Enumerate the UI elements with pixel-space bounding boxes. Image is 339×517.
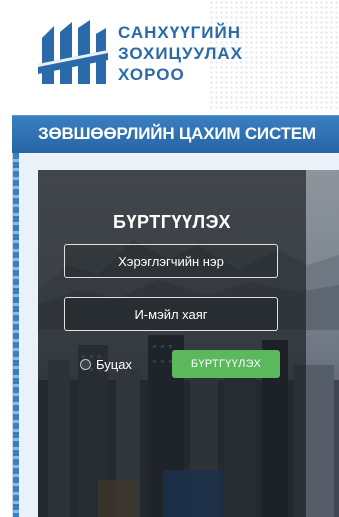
register-title: БҮРТГҮҮЛЭХ xyxy=(113,212,231,232)
logo-icon xyxy=(38,20,108,84)
back-link[interactable]: Буцах xyxy=(80,357,132,372)
register-panel: БҮРТГҮҮЛЭХ Буцах БҮРТГҮҮЛЭХ xyxy=(38,170,306,517)
back-radio-icon xyxy=(80,359,91,370)
frame-stripe xyxy=(13,153,19,517)
username-input[interactable] xyxy=(64,244,278,278)
system-title: ЗӨВШӨӨРЛИЙН ЦАХИМ СИСТЕМ xyxy=(38,124,316,143)
org-name-line2: ЗОХИЦУУЛАХ xyxy=(118,44,244,63)
org-name: САНХҮҮГИЙН ЗОХИЦУУЛАХ ХОРОО xyxy=(118,22,243,85)
back-label: Буцах xyxy=(96,357,132,372)
register-submit-button[interactable]: БҮРТГҮҮЛЭХ xyxy=(172,350,280,378)
email-input[interactable] xyxy=(64,297,278,331)
header: САНХҮҮГИЙН ЗОХИЦУУЛАХ ХОРОО xyxy=(0,0,339,110)
org-name-line1: САНХҮҮГИЙН xyxy=(118,23,242,42)
system-title-bar: ЗӨВШӨӨРЛИЙН ЦАХИМ СИСТЕМ xyxy=(12,115,339,154)
org-name-line3: ХОРОО xyxy=(118,65,185,84)
